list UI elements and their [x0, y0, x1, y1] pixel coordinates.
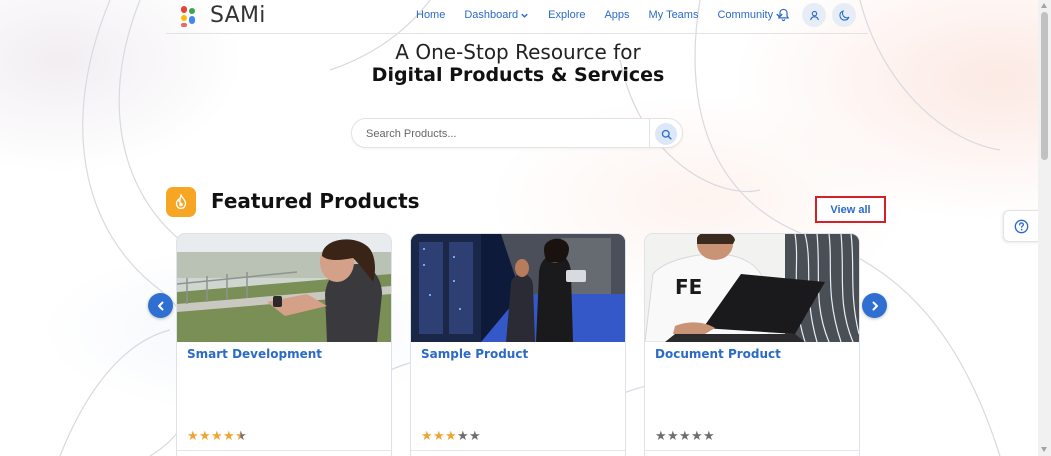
- scrollbar-thumb[interactable]: [1041, 12, 1048, 160]
- user-icon: [809, 10, 819, 20]
- star-icon: ★: [703, 428, 715, 443]
- scroll-up-arrow-icon[interactable]: [1041, 3, 1047, 8]
- chevron-right-icon: [872, 301, 878, 310]
- product-title[interactable]: Document Product: [655, 347, 781, 361]
- svg-text:FE: FE: [675, 275, 702, 299]
- star-icon: ★: [421, 428, 433, 443]
- star-icon: ★: [187, 428, 199, 443]
- product-title[interactable]: Sample Product: [421, 347, 528, 361]
- product-image-server-room: [411, 234, 625, 342]
- product-image-woman-smartwatch: [177, 234, 391, 342]
- top-navbar: SAMi Home Dashboard Explore Apps My Team…: [166, 0, 868, 34]
- search-button[interactable]: [655, 123, 677, 145]
- nav-link-explore[interactable]: Explore: [548, 9, 585, 21]
- nav-link-label: Explore: [548, 9, 586, 21]
- star-icon: ★: [235, 428, 247, 443]
- star-icon: ★: [679, 428, 691, 443]
- search-icon: [661, 129, 672, 140]
- card-divider: [645, 450, 859, 451]
- nav-link-label: Community: [717, 9, 774, 21]
- nav-links: Home Dashboard Explore Apps My Teams Com…: [416, 9, 803, 21]
- brand-name: SAMi: [210, 3, 266, 28]
- carousel-next-button[interactable]: [862, 293, 887, 318]
- page-scrollbar[interactable]: [1038, 0, 1051, 456]
- chevron-left-icon: [157, 301, 163, 310]
- flame-icon: [175, 194, 187, 210]
- star-icon: ★: [469, 428, 481, 443]
- nav-link-label: My Teams: [648, 9, 699, 21]
- card-divider: [177, 450, 391, 451]
- bell-icon: [777, 8, 789, 22]
- star-icon: ★: [211, 428, 223, 443]
- scroll-down-arrow-icon[interactable]: [1041, 447, 1047, 452]
- moon-icon: [838, 9, 849, 21]
- nav-link-label: Dashboard: [464, 9, 519, 21]
- help-button[interactable]: [1003, 210, 1039, 242]
- star-icon: ★: [691, 428, 703, 443]
- nav-icon-group: [772, 3, 862, 27]
- user-profile-button[interactable]: [802, 3, 826, 27]
- search-input[interactable]: [366, 125, 636, 143]
- star-icon: ★: [223, 428, 235, 443]
- product-image-man-laptop: FE: [645, 234, 859, 342]
- star-rating: ★ ★ ★ ★ ★: [421, 428, 481, 444]
- nav-link-home[interactable]: Home: [416, 9, 445, 21]
- question-circle-icon: [1014, 219, 1029, 233]
- chevron-down-icon: [521, 13, 528, 18]
- nav-link-apps[interactable]: Apps: [604, 9, 629, 21]
- star-icon: ★: [655, 428, 667, 443]
- theme-toggle-button[interactable]: [832, 3, 856, 27]
- hero-heading-line2: Digital Products & Services: [371, 64, 665, 86]
- brand-logo[interactable]: SAMi: [180, 3, 266, 28]
- product-card[interactable]: Sample Product ★ ★ ★ ★ ★: [410, 233, 626, 456]
- product-title[interactable]: Smart Development: [187, 347, 322, 361]
- featured-badge: [166, 187, 196, 217]
- carousel-prev-button[interactable]: [148, 293, 173, 318]
- star-icon: ★: [445, 428, 457, 443]
- star-icon: ★: [457, 428, 469, 443]
- star-icon: ★: [199, 428, 211, 443]
- view-all-label: View all: [830, 203, 871, 216]
- hero-heading-line1: A One-Stop Resource for: [395, 40, 641, 64]
- star-rating: ★ ★ ★ ★ ★: [655, 428, 715, 444]
- product-card[interactable]: Smart Development ★ ★ ★ ★ ★: [176, 233, 392, 456]
- notifications-button[interactable]: [772, 4, 794, 26]
- product-search-bar: [351, 118, 683, 148]
- card-divider: [411, 450, 625, 451]
- view-all-link[interactable]: View all: [815, 196, 886, 223]
- nav-link-label: Home: [416, 9, 446, 21]
- nav-link-my-teams[interactable]: My Teams: [649, 9, 699, 21]
- product-card[interactable]: FE Document Product ★ ★ ★ ★ ★: [644, 233, 860, 456]
- search-divider: [649, 119, 650, 147]
- sami-logo-mark-icon: [180, 5, 200, 27]
- nav-link-label: Apps: [604, 9, 630, 21]
- star-rating: ★ ★ ★ ★ ★: [187, 428, 247, 444]
- star-icon: ★: [667, 428, 679, 443]
- star-icon: ★: [433, 428, 445, 443]
- nav-link-dashboard[interactable]: Dashboard: [464, 9, 529, 21]
- featured-products-heading: Featured Products: [211, 189, 420, 213]
